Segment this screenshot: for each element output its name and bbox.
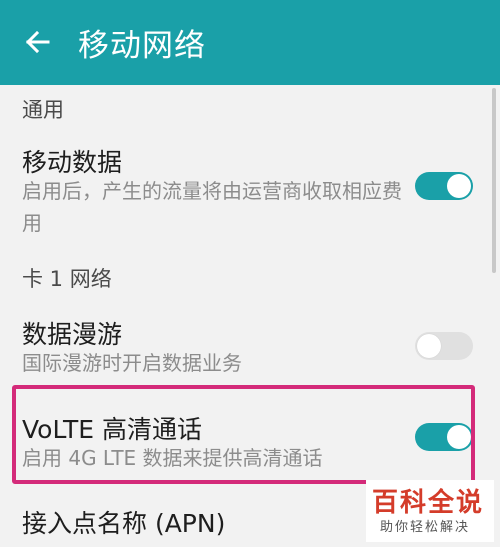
data-roaming-title: 数据漫游 xyxy=(22,320,123,349)
toggle-knob xyxy=(417,334,441,358)
page-title: 移动网络 xyxy=(78,28,206,64)
back-button[interactable] xyxy=(18,22,58,62)
watermark-main-text: 百科全说 xyxy=(372,488,485,518)
section-sim1: 卡 1 网络 xyxy=(0,255,500,295)
data-roaming-subtitle: 国际漫游时开启数据业务 xyxy=(22,351,242,375)
mobile-data-subtitle: 启用后，产生的流量将由运营商收取相应费用 xyxy=(22,179,402,235)
scroll-indicator xyxy=(492,88,496,273)
setting-mobile-data[interactable]: 移动数据 启用后，产生的流量将由运营商收取相应费用 xyxy=(0,125,500,245)
section-general: 通用 xyxy=(0,85,500,125)
mobile-data-title: 移动数据 xyxy=(22,148,123,177)
mobile-data-toggle[interactable] xyxy=(415,172,473,200)
toggle-knob xyxy=(447,174,471,198)
setting-data-roaming[interactable]: 数据漫游 国际漫游时开启数据业务 xyxy=(0,305,500,385)
data-roaming-toggle[interactable] xyxy=(415,332,473,360)
watermark-sub-text: 助你轻松解决 xyxy=(380,520,471,535)
section-label-sim1: 卡 1 网络 xyxy=(22,267,112,291)
apn-title: 接入点名称 (APN) xyxy=(22,509,226,538)
section-label-general: 通用 xyxy=(22,98,64,122)
arrow-left-icon xyxy=(25,30,50,54)
volte-highlight-box xyxy=(12,385,475,484)
app-bar: 移动网络 xyxy=(0,0,500,85)
watermark-logo: 百科全说 助你轻松解决 xyxy=(366,480,494,542)
